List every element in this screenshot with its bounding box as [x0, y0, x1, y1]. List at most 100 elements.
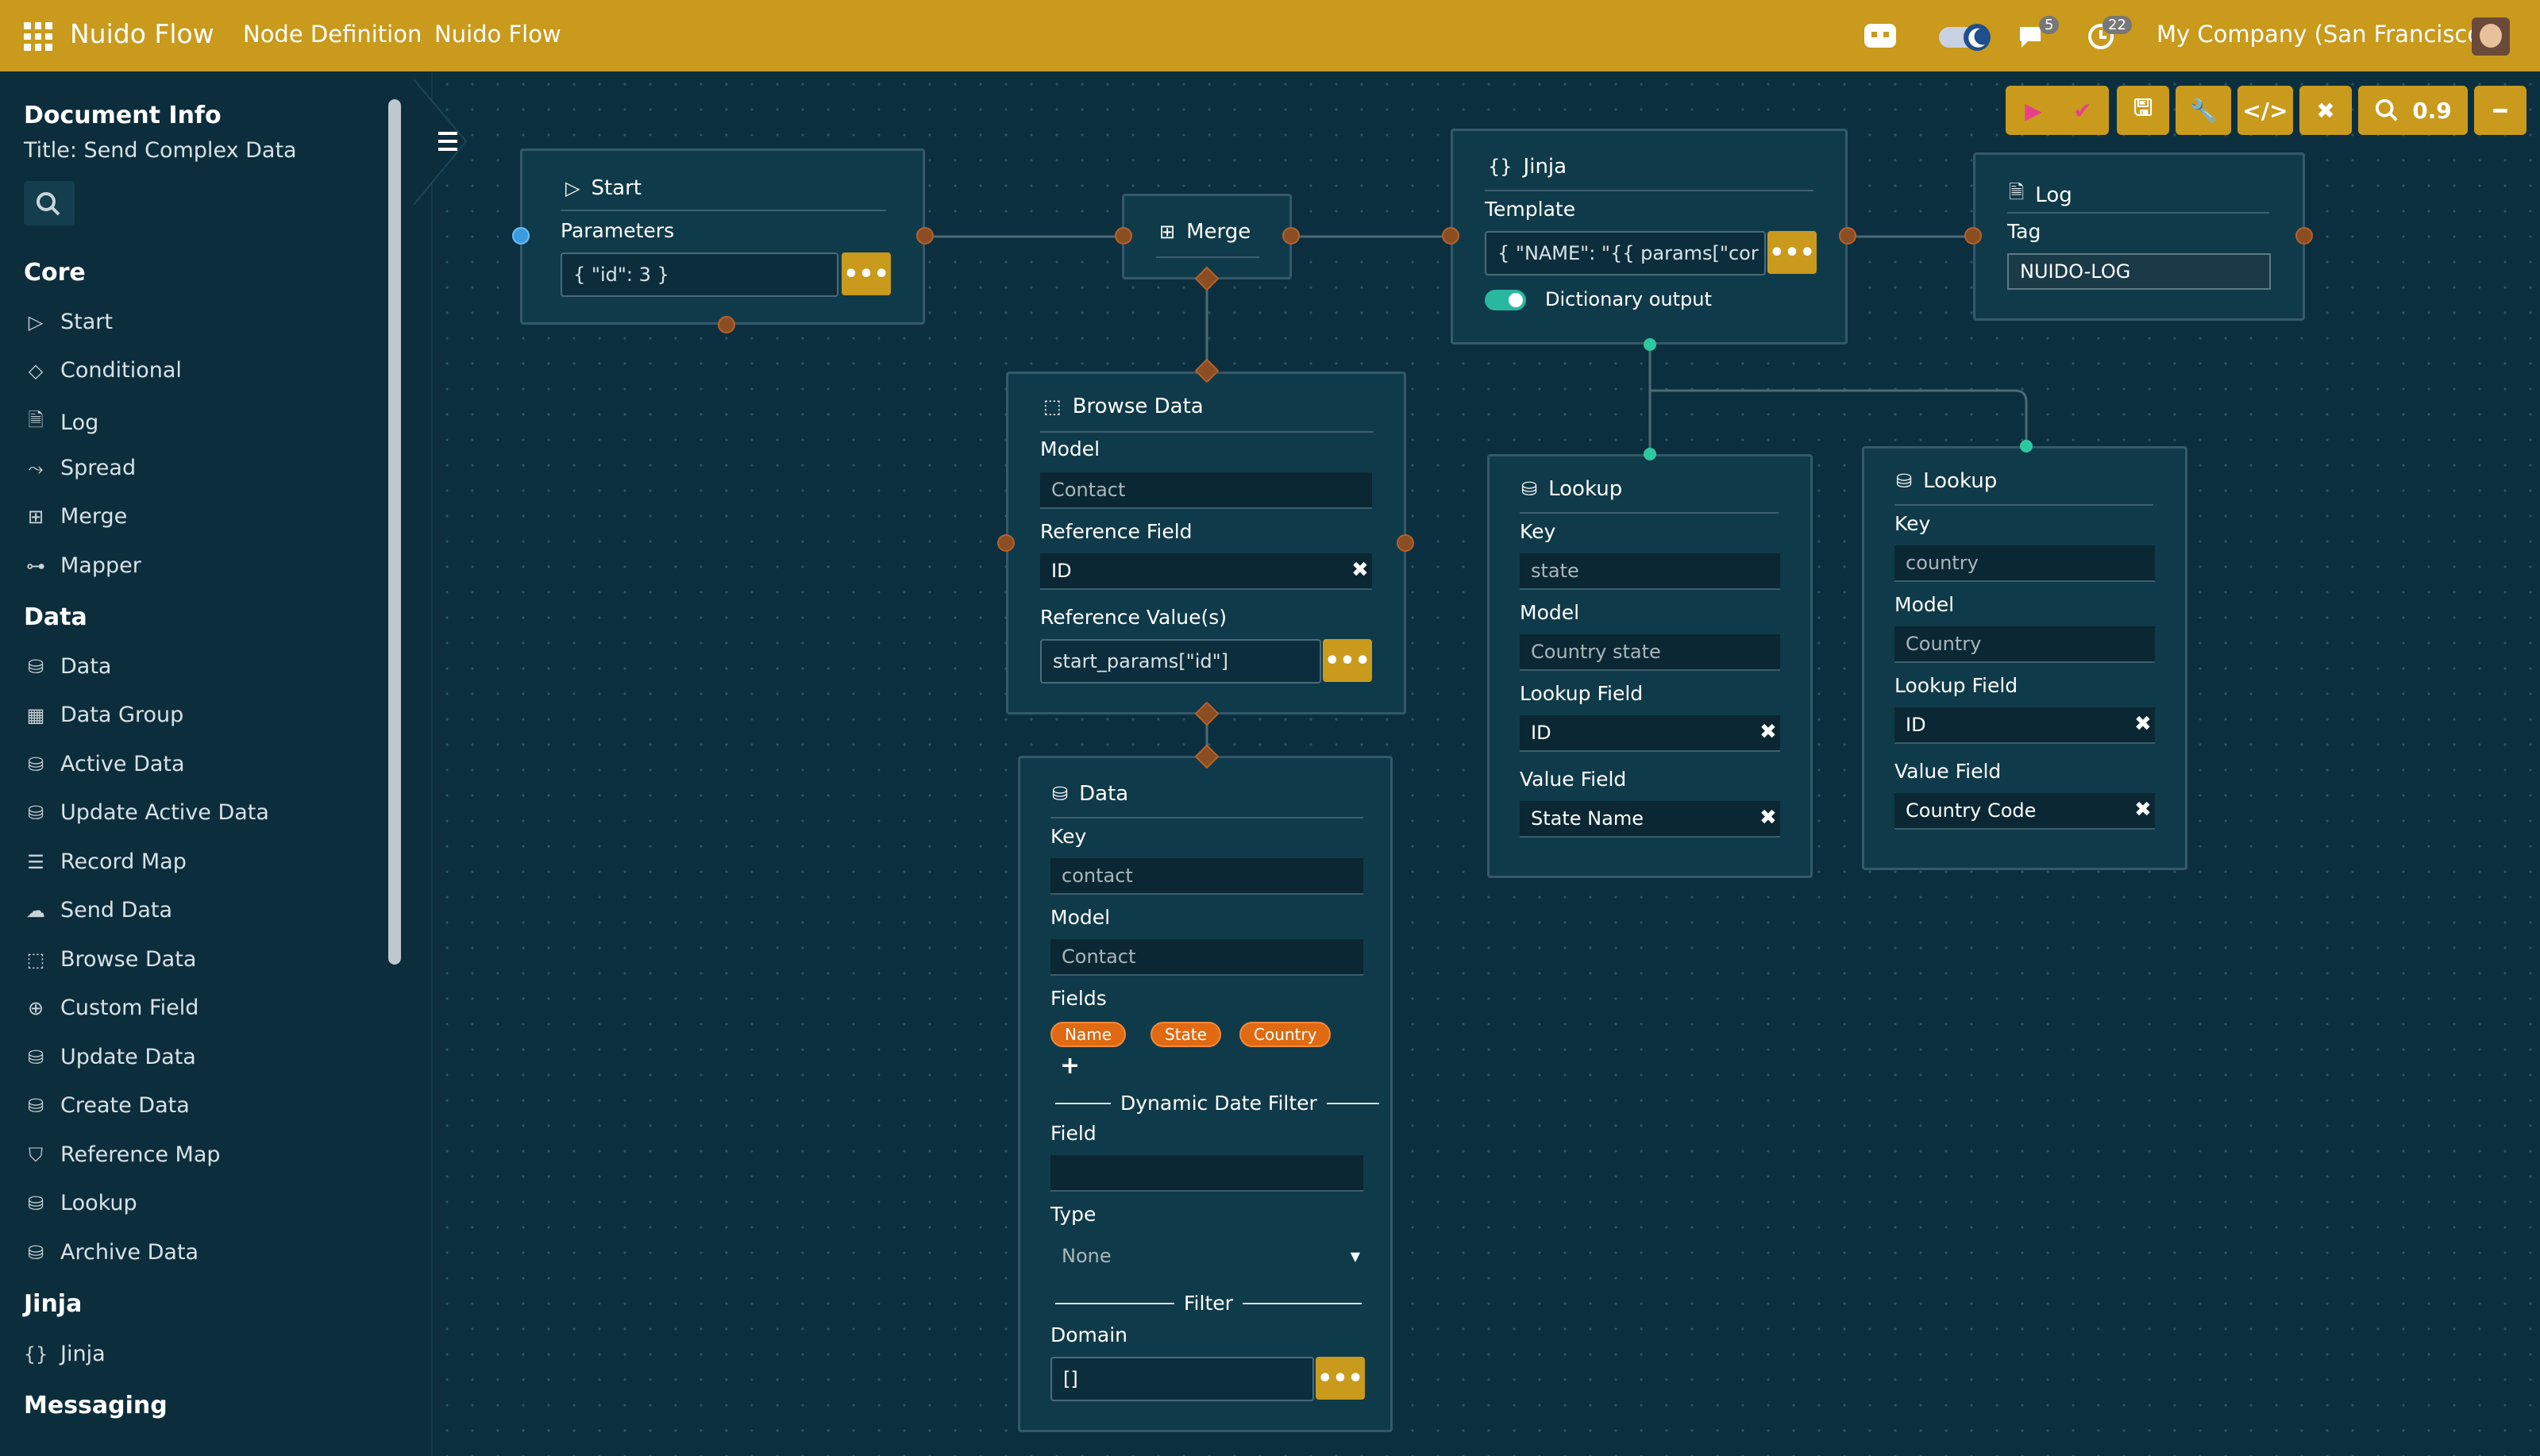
bottom-port[interactable] — [718, 316, 735, 333]
value-field-label: Value Field — [1520, 768, 1627, 791]
clear-icon[interactable]: ✖ — [1759, 720, 1777, 744]
zoom-out-button[interactable]: ━ — [2474, 86, 2527, 135]
node-start[interactable]: ▷ Start Parameters { "id": 3 } ••• — [520, 148, 925, 325]
zoom-button[interactable]: 0.9 — [2358, 86, 2468, 135]
output-port[interactable] — [1397, 534, 1414, 552]
value-field-select[interactable]: Country Code — [1894, 793, 2155, 830]
key-input[interactable]: state — [1520, 553, 1780, 590]
add-field-icon[interactable]: + — [1060, 1052, 1080, 1080]
model-input[interactable]: Contact — [1050, 939, 1363, 976]
lookup-field-label: Lookup Field — [1894, 674, 2018, 697]
model-label: Model — [1894, 593, 1955, 616]
node-title: Lookup — [1548, 477, 1623, 501]
clear-icon[interactable]: ✖ — [2134, 712, 2152, 736]
value-field-select[interactable]: State Name — [1520, 801, 1780, 838]
node-lookup-state[interactable]: ⛁ Lookup Key state Model Country state Lo… — [1487, 454, 1813, 878]
input-port[interactable] — [1115, 227, 1132, 245]
log-file-icon: 🗎 — [2009, 181, 2025, 203]
node-title: Lookup — [1923, 469, 1998, 493]
top-port[interactable] — [2020, 440, 2033, 453]
output-port[interactable] — [1282, 227, 1300, 245]
key-input[interactable]: contact — [1050, 858, 1363, 895]
key-input[interactable]: country — [1894, 545, 2155, 582]
browse-icon: ⬚ — [1043, 395, 1062, 418]
field-chip-country[interactable]: Country — [1239, 1022, 1332, 1047]
node-divider — [1040, 431, 1374, 433]
value-field-label: Value Field — [1894, 760, 2002, 783]
chip-label: Name — [1065, 1025, 1112, 1044]
output-port[interactable] — [916, 227, 934, 245]
input-port[interactable] — [512, 227, 530, 245]
output-port[interactable] — [1839, 227, 1856, 245]
play-icon: ▷ — [565, 177, 580, 199]
save-icon: 🖫 — [2133, 94, 2153, 121]
close-button[interactable]: ✖ — [2299, 86, 2352, 135]
template-input[interactable]: { "NAME": "{{ params["cor — [1485, 231, 1766, 275]
type-select[interactable]: None ▼ — [1050, 1238, 1363, 1274]
dynamic-date-filter-divider: Dynamic Date Filter — [1055, 1092, 1379, 1115]
reference-values-input[interactable]: start_params["id"] — [1040, 639, 1321, 684]
tag-input[interactable]: NUIDO-LOG — [2007, 253, 2271, 290]
node-title: Log — [2035, 183, 2072, 207]
node-header: {} Jinja — [1488, 155, 1567, 179]
node-log[interactable]: 🗎 Log Tag NUIDO-LOG — [1973, 152, 2305, 321]
database-icon: ⛁ — [1521, 478, 1538, 500]
validate-button[interactable]: ✔ — [2056, 86, 2109, 135]
divider-label: Filter — [1184, 1292, 1233, 1315]
close-icon: ✖ — [2316, 97, 2335, 124]
model-label: Model — [1040, 437, 1100, 460]
clear-icon[interactable]: ✖ — [2134, 798, 2152, 822]
filter-divider: Filter — [1055, 1292, 1362, 1315]
node-divider — [1485, 190, 1813, 191]
code-view-button[interactable]: </> — [2237, 86, 2293, 135]
input-port[interactable] — [1964, 227, 1982, 245]
node-divider — [1520, 512, 1779, 514]
bottom-port[interactable] — [1644, 338, 1656, 351]
parameters-label: Parameters — [561, 219, 675, 242]
play-icon: ▶ — [2025, 97, 2042, 124]
reference-field-select[interactable]: ID — [1040, 553, 1372, 590]
domain-input[interactable]: [] — [1050, 1357, 1314, 1401]
field-chip-state[interactable]: State — [1151, 1022, 1221, 1047]
save-button[interactable]: 🖫 — [2117, 86, 2169, 135]
tag-label: Tag — [2007, 220, 2041, 243]
search-icon — [2376, 98, 2398, 121]
fields-label: Fields — [1050, 987, 1107, 1010]
lookup-field-select[interactable]: ID — [1894, 707, 2155, 744]
template-edit-button[interactable]: ••• — [1767, 231, 1817, 274]
node-lookup-country[interactable]: ⛁ Lookup Key country Model Country Lookup… — [1862, 446, 2187, 870]
node-title: Jinja — [1523, 155, 1567, 179]
node-title: Start — [591, 176, 642, 200]
clear-icon[interactable]: ✖ — [1759, 806, 1777, 830]
node-divider — [1894, 504, 2153, 506]
top-port[interactable] — [1644, 448, 1656, 460]
parameters-input[interactable]: { "id": 3 } — [561, 252, 838, 297]
node-data[interactable]: ⛁ Data Key contact Model Contact Fields N… — [1018, 756, 1393, 1432]
chip-label: State — [1165, 1025, 1207, 1044]
parameters-edit-button[interactable]: ••• — [842, 252, 891, 295]
node-divider — [561, 210, 886, 211]
model-input[interactable]: Country state — [1520, 634, 1780, 671]
node-header: ⛁ Data — [1052, 782, 1128, 806]
node-title: Merge — [1186, 220, 1251, 244]
input-port[interactable] — [1442, 227, 1459, 245]
model-input[interactable]: Contact — [1040, 472, 1372, 509]
field-chip-name[interactable]: Name — [1050, 1022, 1127, 1047]
clear-icon[interactable]: ✖ — [1351, 558, 1369, 582]
node-browse-data[interactable]: ⬚ Browse Data Model Contact Reference Fie… — [1006, 372, 1406, 715]
model-input[interactable]: Country — [1894, 626, 2155, 663]
settings-button[interactable]: 🔧 — [2176, 86, 2231, 135]
merge-icon: ⊞ — [1159, 221, 1176, 243]
database-icon: ⛁ — [1052, 783, 1069, 805]
node-jinja[interactable]: {} Jinja Template { "NAME": "{{ params["c… — [1451, 129, 1848, 345]
output-port[interactable] — [2295, 227, 2313, 245]
reference-values-edit-button[interactable]: ••• — [1323, 639, 1372, 682]
input-port[interactable] — [997, 534, 1015, 552]
dictionary-output-toggle[interactable] — [1485, 290, 1526, 310]
node-title: Data — [1079, 782, 1129, 806]
run-button[interactable]: ▶ — [2006, 86, 2061, 135]
lookup-field-select[interactable]: ID — [1520, 715, 1780, 752]
field-input[interactable] — [1050, 1155, 1363, 1192]
key-label: Key — [1894, 512, 1931, 535]
domain-edit-button[interactable]: ••• — [1316, 1357, 1365, 1400]
